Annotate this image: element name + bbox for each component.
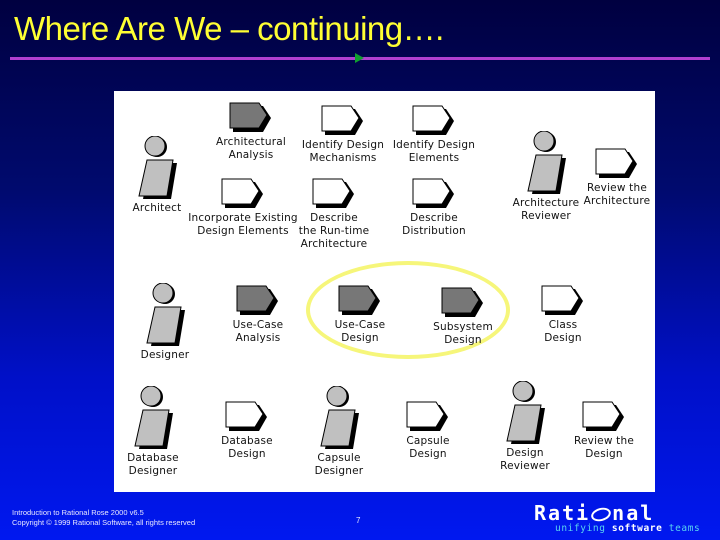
activity-review-the-architecture[interactable]: Review the Architecture <box>567 148 667 208</box>
activity-light-icon <box>192 401 302 435</box>
activity-label: Subsystem Design <box>433 321 493 346</box>
activity-label: Review the Architecture <box>583 182 651 207</box>
activity-light-icon <box>549 401 659 435</box>
activity-database-design[interactable]: Database Design <box>192 401 302 461</box>
activity-label: Capsule Design <box>406 435 450 460</box>
workflow-diagram: Architect Architecture Reviewer Designer… <box>114 91 655 492</box>
role-designer[interactable]: Designer <box>130 283 200 362</box>
activity-light-icon <box>373 401 483 435</box>
logo-orbit-icon <box>589 505 613 524</box>
activity-subsystem-design[interactable]: Subsystem Design <box>408 287 518 347</box>
role-label: Designer <box>140 349 190 361</box>
activity-dark-icon <box>203 285 313 319</box>
activity-label: Database Design <box>221 435 273 460</box>
activity-light-icon <box>374 178 494 212</box>
activity-light-icon <box>567 148 667 182</box>
role-label: Capsule Designer <box>314 452 364 477</box>
logo-tagline: unifying software teams <box>555 523 701 534</box>
activity-light-icon <box>374 105 494 139</box>
worker-role-icon <box>118 386 188 452</box>
activity-dark-icon <box>305 285 415 319</box>
activity-describe-distribution[interactable]: Describe Distribution <box>374 178 494 238</box>
activity-light-icon <box>508 285 618 319</box>
activity-label: Use-Case Analysis <box>232 319 284 344</box>
activity-identify-design-elements[interactable]: Identify Design Elements <box>374 105 494 165</box>
role-database-designer[interactable]: Database Designer <box>118 386 188 478</box>
activity-capsule-design[interactable]: Capsule Design <box>373 401 483 461</box>
activity-label: Describe Distribution <box>402 212 466 237</box>
activity-class-design[interactable]: Class Design <box>508 285 618 345</box>
logo-wordmark: Rati nal <box>534 501 655 525</box>
arrow-marker-icon <box>355 53 364 63</box>
activity-use-case-design[interactable]: Use-Case Design <box>305 285 415 345</box>
activity-review-the-design[interactable]: Review the Design <box>549 401 659 461</box>
worker-role-icon <box>130 283 200 349</box>
activity-label: Review the Design <box>573 435 635 460</box>
activity-label: Identify Design Elements <box>392 139 476 164</box>
rational-logo: Rati nal unifying software teams <box>534 503 700 534</box>
activity-label: Use-Case Design <box>334 319 386 344</box>
worker-role-icon <box>304 386 374 452</box>
footer-course-title: Introduction to Rational Rose 2000 v6.5 <box>12 508 144 517</box>
page-number: 7 <box>356 516 361 525</box>
activity-label: Class Design <box>544 319 582 344</box>
footer-copyright: Copyright © 1999 Rational Software, all … <box>12 518 196 527</box>
role-label: Database Designer <box>127 452 179 477</box>
slide-title: Where Are We – continuing…. <box>14 10 444 47</box>
activity-dark-icon <box>408 287 518 321</box>
role-capsule-designer[interactable]: Capsule Designer <box>304 386 374 478</box>
slide-footer: Introduction to Rational Rose 2000 v6.5 … <box>12 508 195 528</box>
activity-use-case-analysis[interactable]: Use-Case Analysis <box>203 285 313 345</box>
